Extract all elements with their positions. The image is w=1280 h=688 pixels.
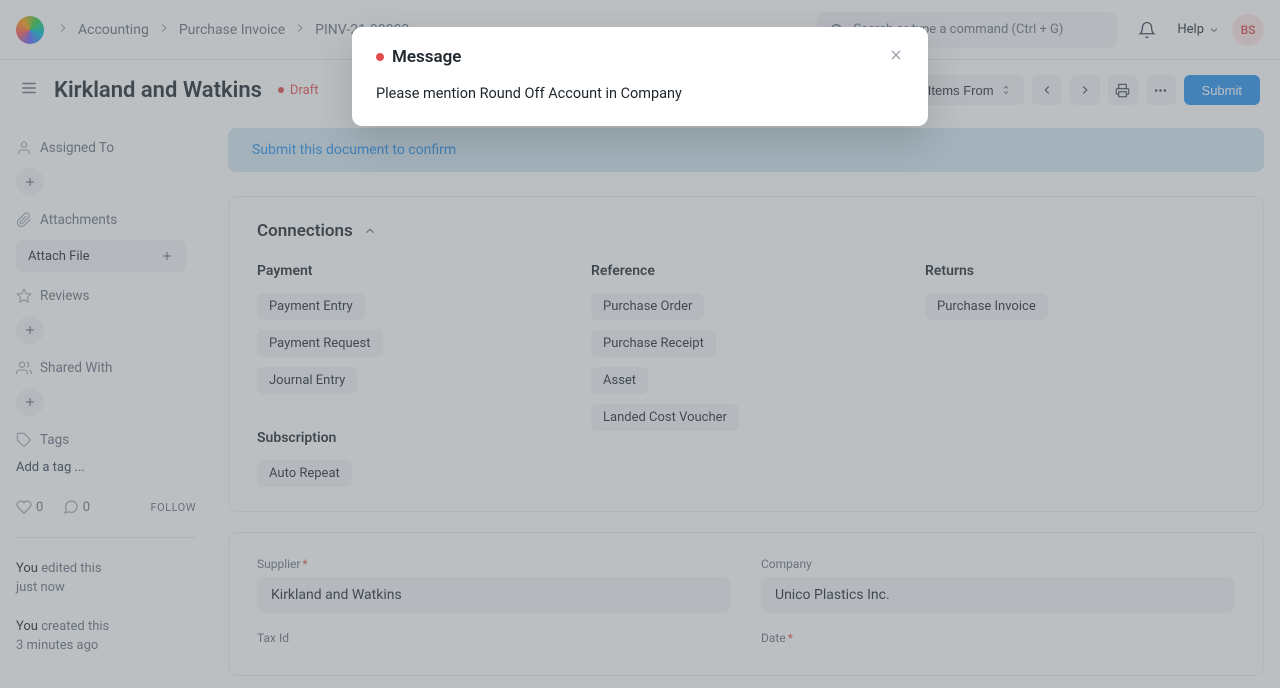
- close-icon: [888, 47, 904, 63]
- modal-title: Message: [392, 47, 461, 67]
- modal-close-button[interactable]: [888, 47, 904, 67]
- message-modal: Message Please mention Round Off Account…: [352, 27, 928, 126]
- modal-indicator-icon: [376, 53, 384, 61]
- modal-body: Please mention Round Off Account in Comp…: [376, 85, 904, 102]
